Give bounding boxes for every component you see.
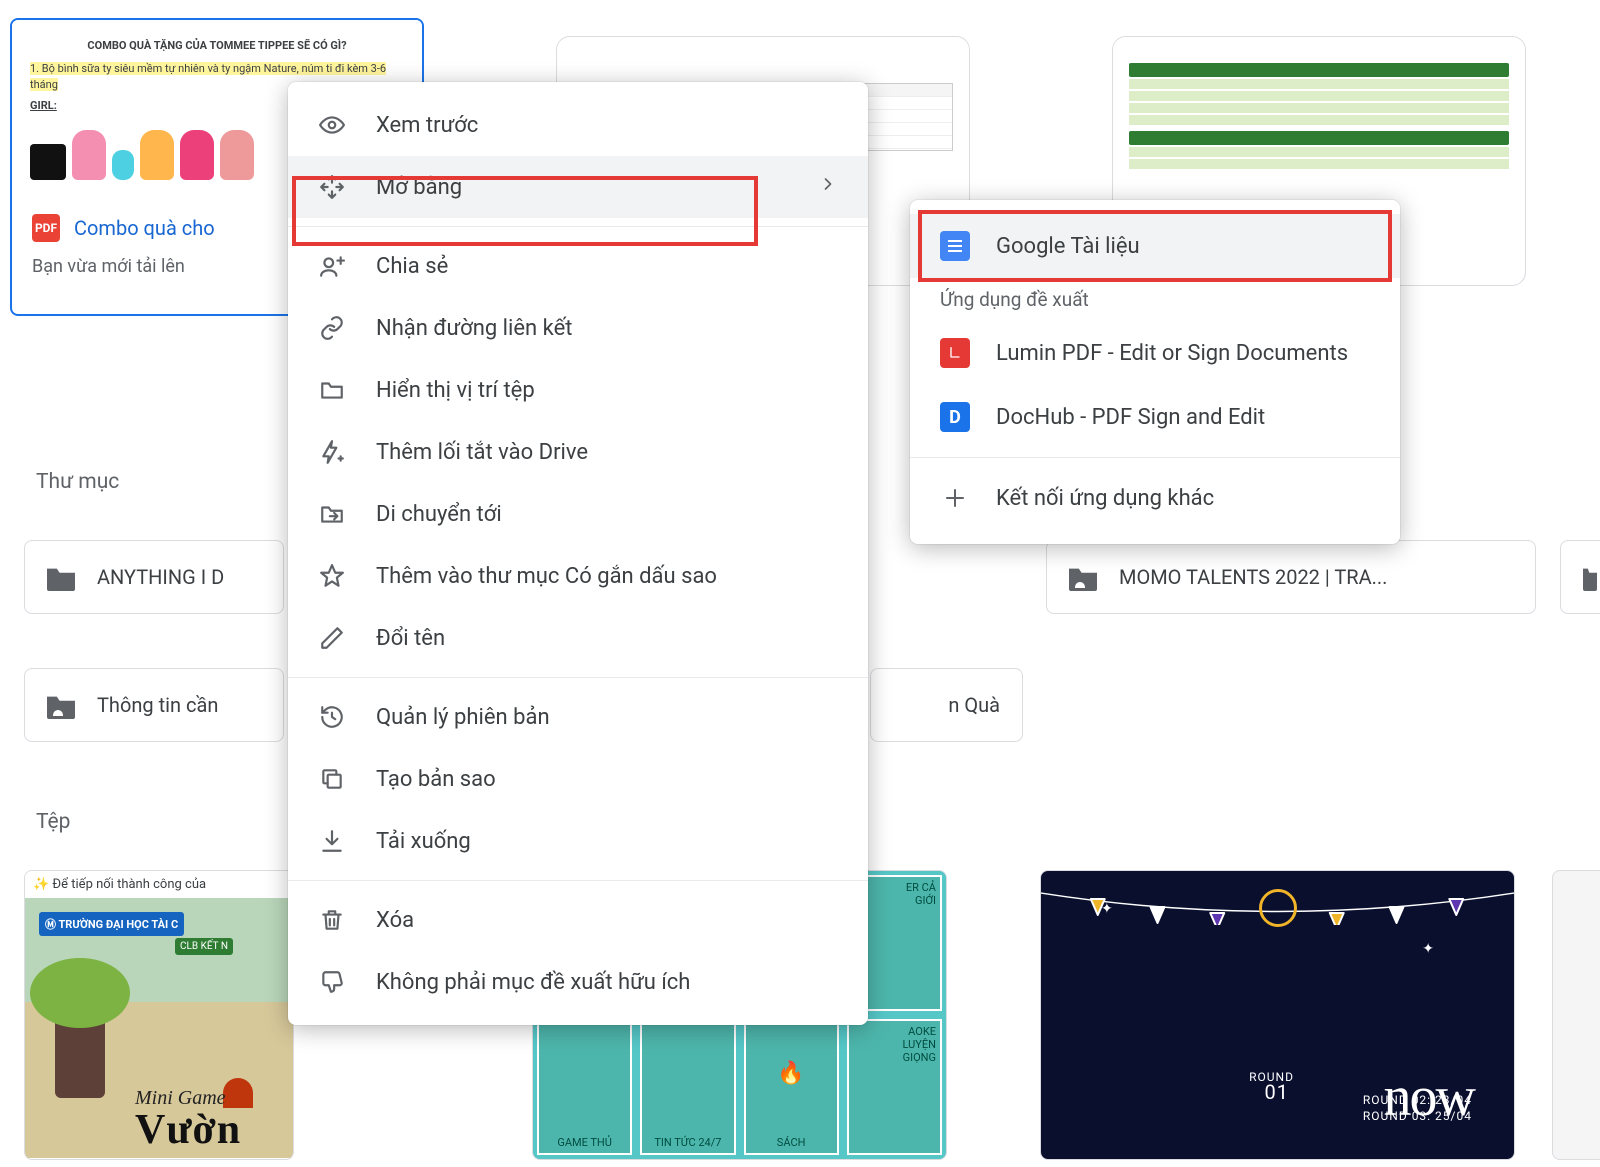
copy-icon (318, 765, 346, 793)
folder-icon (47, 563, 75, 591)
folder-label: Thông tin cần (97, 693, 218, 717)
folder-icon (318, 376, 346, 404)
folder-icon (1583, 563, 1597, 591)
menu-preview[interactable]: Xem trước (288, 94, 868, 156)
file-tile-garden[interactable]: ✨ Để tiếp nối thành công của Ⓜ TRƯỜNG ĐẠ… (24, 870, 294, 1160)
file-tile-partial[interactable] (1552, 870, 1600, 1160)
thumbs-down-icon (318, 968, 346, 996)
lumin-icon (940, 338, 970, 368)
context-menu: Xem trước Mở bằng Chia sẻ Nhận đường liê… (288, 82, 868, 1025)
folder-anything[interactable]: ANYTHING I D (24, 540, 284, 614)
google-docs-icon (940, 231, 970, 261)
drive-shortcut-icon (318, 438, 346, 466)
folder-momo[interactable]: MOMO TALENTS 2022 | TRA... (1046, 540, 1536, 614)
folder-label: n Quà (948, 693, 1000, 717)
menu-star[interactable]: Thêm vào thư mục Có gắn dấu sao (288, 545, 868, 607)
file-tile-now[interactable]: ROUND 01 now ROUND 02: 23/04 ROUND 03: 2… (1040, 870, 1515, 1160)
eye-icon (318, 111, 346, 139)
menu-not-helpful[interactable]: Không phải mục đề xuất hữu ích (288, 951, 868, 1013)
move-icon (318, 500, 346, 528)
menu-make-copy[interactable]: Tạo bản sao (288, 748, 868, 810)
logo-icon (1259, 889, 1297, 927)
menu-share[interactable]: Chia sẻ (288, 235, 868, 297)
trash-icon (318, 906, 346, 934)
link-icon (318, 314, 346, 342)
history-icon (318, 703, 346, 731)
open-with-submenu: Google Tài liệu Ứng dụng đề xuất Lumin P… (910, 200, 1400, 544)
menu-separator (288, 880, 868, 881)
folder-thongtin[interactable]: Thông tin cần (24, 668, 284, 742)
menu-separator (288, 677, 868, 678)
submenu-google-docs[interactable]: Google Tài liệu (910, 214, 1400, 278)
section-files: Tệp (36, 810, 70, 834)
menu-show-location[interactable]: Hiển thị vị trí tệp (288, 359, 868, 421)
plus-icon (940, 483, 970, 513)
menu-manage-versions[interactable]: Quản lý phiên bản (288, 686, 868, 748)
folder-qua[interactable]: n Quà (870, 668, 1023, 742)
menu-move-to[interactable]: Di chuyển tới (288, 483, 868, 545)
star-icon (318, 562, 346, 590)
folder-label: ANYTHING I D (97, 565, 224, 589)
menu-get-link[interactable]: Nhận đường liên kết (288, 297, 868, 359)
menu-delete[interactable]: Xóa (288, 889, 868, 951)
submenu-lumin[interactable]: Lumin PDF - Edit or Sign Documents (910, 321, 1400, 385)
download-icon (318, 827, 346, 855)
card-title: Combo quà cho (74, 216, 215, 240)
pdf-icon: PDF (32, 214, 60, 242)
menu-add-shortcut[interactable]: Thêm lối tắt vào Drive (288, 421, 868, 483)
folder-label: MOMO TALENTS 2022 | TRA... (1119, 565, 1387, 589)
submenu-suggested-heading: Ứng dụng đề xuất (910, 278, 1400, 321)
submenu-connect-more[interactable]: Kết nối ứng dụng khác (910, 466, 1400, 530)
shared-folder-icon (1069, 563, 1097, 591)
folder-partial[interactable] (1560, 540, 1600, 614)
menu-open-with[interactable]: Mở bằng (288, 156, 868, 218)
submenu-dochub[interactable]: D DocHub - PDF Sign and Edit (910, 385, 1400, 449)
thumb-sheet (1129, 63, 1508, 171)
menu-rename[interactable]: Đổi tên (288, 607, 868, 669)
shared-folder-icon (47, 691, 75, 719)
dochub-icon: D (940, 402, 970, 432)
edit-icon (318, 624, 346, 652)
submenu-separator (910, 457, 1400, 458)
share-icon (318, 252, 346, 280)
tile-a-caption: Để tiếp nối thành công của (52, 877, 206, 892)
thumb-doc-title: COMBO QUÀ TẶNG CỦA TOMMEE TIPPEE SẼ CÓ G… (30, 38, 404, 53)
open-with-icon (318, 173, 346, 201)
chevron-right-icon (818, 174, 838, 200)
menu-download[interactable]: Tải xuống (288, 810, 868, 872)
section-folders: Thư mục (36, 470, 119, 494)
menu-separator (288, 226, 868, 227)
